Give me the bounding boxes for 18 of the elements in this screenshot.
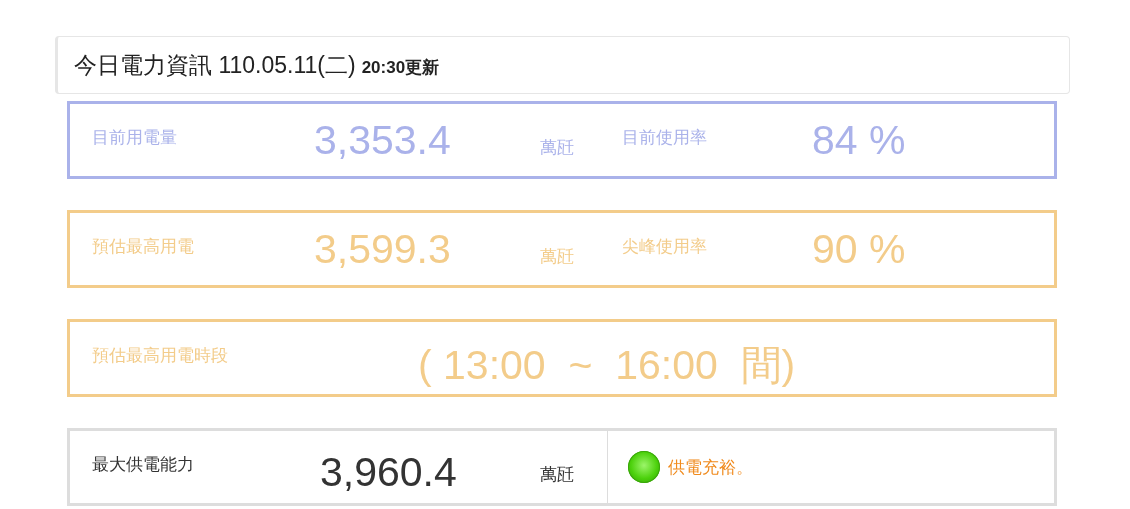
rate-value: 90 % [812,225,906,273]
metric-label: 目前使用率 [622,127,707,149]
metric-label: 預估最高用電時段 [92,345,228,367]
time-range: ( 13:00 ~ 16:00 間) [418,340,796,390]
metric-value: 3,353.4 [314,116,451,164]
metric-label: 尖峰使用率 [622,236,707,258]
metric-value: 3,599.3 [314,225,451,273]
metric-label: 最大供電能力 [92,454,194,476]
metric-value: 3,960.4 [320,448,457,496]
rate-value: 84 % [812,116,906,164]
unit-label: 萬瓩 [540,463,574,486]
update-time: 20:30更新 [361,56,440,79]
status-text: 供電充裕。 [668,456,753,479]
metric-label: 預估最高用電 [92,236,194,258]
metric-label: 目前用電量 [92,127,177,149]
page-title: 今日電力資訊 110.05.11(二) [74,50,356,80]
unit-label: 萬瓩 [540,245,574,268]
unit-label: 萬瓩 [540,136,574,159]
